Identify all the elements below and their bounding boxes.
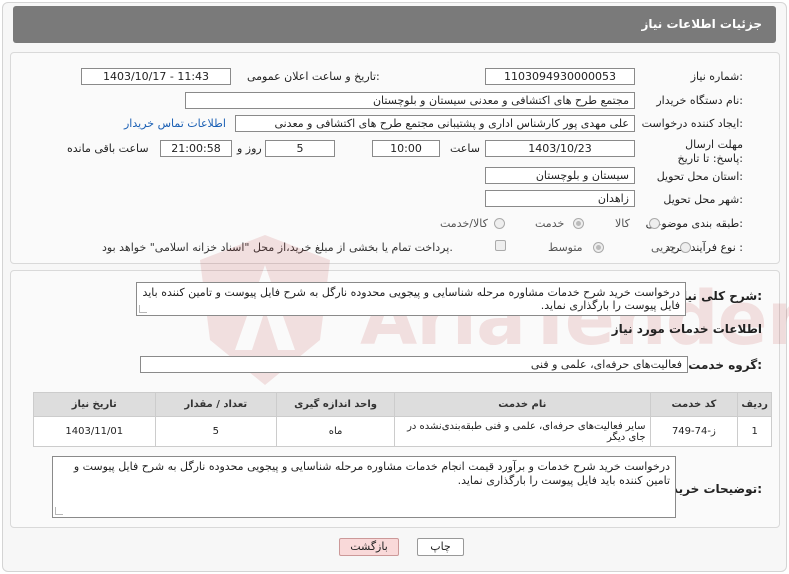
treasury-payment-note: پرداخت تمام یا بخشی از مبلغ خرید،از محل … — [102, 241, 453, 254]
announce-label: تاریخ و ساعت اعلان عمومی: — [247, 70, 380, 83]
city-label: شهر محل تحویل: — [663, 193, 743, 206]
service-group-field: فعالیت‌های حرفه‌ای، علمی و فنی — [140, 356, 688, 373]
col-row: ردیف — [737, 392, 772, 417]
city-field: زاهدان — [485, 190, 635, 207]
remaining-label: ساعت باقی مانده — [67, 142, 149, 155]
category-option-goods-service: کالا/خدمت — [440, 217, 488, 230]
days-label: روز و — [237, 142, 262, 155]
time-remaining-field: 21:00:58 — [160, 140, 232, 157]
creator-field: علی مهدی پور کارشناس اداری و پشتیبانی مج… — [235, 115, 635, 132]
table-row: 1 ز-74-749 سایر فعالیت‌های حرفه‌ای، علمی… — [33, 416, 772, 447]
creator-label: ایجاد کننده درخواست: — [641, 117, 743, 130]
category-radio-goods[interactable] — [649, 218, 660, 229]
cell-name: سایر فعالیت‌های حرفه‌ای، علمی و فنی طبقه… — [394, 416, 651, 447]
deadline-label: مهلت ارسال پاسخ: تا تاریخ: — [677, 138, 743, 165]
print-button[interactable]: چاپ — [417, 538, 464, 556]
deadline-time-field: 10:00 — [372, 140, 440, 157]
col-name: نام خدمت — [394, 392, 651, 417]
cell-row: 1 — [737, 416, 772, 447]
col-date: تاریخ نیاز — [33, 392, 156, 417]
col-qty: تعداد / مقدار — [154, 392, 277, 417]
need-number-field: 1103094930000053 — [485, 68, 635, 85]
summary-textarea: درخواست خرید شرح خدمات مشاوره مرحله شناس… — [136, 282, 686, 316]
buyer-org-label: نام دستگاه خریدار: — [656, 94, 743, 107]
category-option-goods: کالا — [615, 217, 630, 230]
need-number-label: شماره نیاز: — [690, 70, 743, 83]
buyer-notes-textarea: درخواست خرید شرح خدمات و برآورد قیمت انج… — [52, 456, 676, 518]
process-radio-minor[interactable] — [680, 242, 691, 253]
services-table-header: ردیف کد خدمت نام خدمت واحد اندازه گیری ت… — [33, 392, 772, 417]
category-option-service: خدمت — [535, 217, 565, 230]
process-option-medium: متوسط — [548, 241, 583, 254]
category-radio-goods-service[interactable] — [494, 218, 505, 229]
process-option-minor: جزیی — [651, 241, 677, 254]
resize-grip-icon[interactable] — [55, 507, 63, 515]
process-radio-medium[interactable] — [593, 242, 604, 253]
summary-text: درخواست خرید شرح خدمات مشاوره مرحله شناس… — [142, 286, 680, 312]
category-radio-service[interactable] — [573, 218, 584, 229]
deadline-time-label: ساعت — [450, 142, 480, 155]
summary-label: شرح کلی نیاز: — [676, 289, 762, 303]
back-button[interactable]: بازگشت — [339, 538, 399, 556]
buyer-notes-text: درخواست خرید شرح خدمات و برآورد قیمت انج… — [73, 460, 670, 487]
col-code: کد خدمت — [649, 392, 739, 417]
buyer-org-field: مجتمع طرح های اکتشافی و معدنی سیستان و ب… — [185, 92, 635, 109]
cell-qty: 5 — [154, 416, 277, 447]
process-label: نوع فرآیند خرید : — [665, 241, 743, 254]
category-label: طبقه بندی موضوعی: — [645, 217, 743, 230]
cell-date: 1403/11/01 — [33, 416, 156, 447]
cell-code: ز-74-749 — [649, 416, 739, 447]
treasury-payment-checkbox[interactable] — [495, 240, 506, 251]
deadline-date-field: 1403/10/23 — [485, 140, 635, 157]
announce-datetime-field: 1403/10/17 - 11:43 — [81, 68, 231, 85]
service-group-label: گروه خدمت: — [688, 358, 762, 372]
province-field: سیستان و بلوچستان — [485, 167, 635, 184]
cell-unit: ماه — [275, 416, 396, 447]
page-title: جزئیات اطلاعات نیاز — [641, 17, 762, 31]
resize-grip-icon[interactable] — [139, 305, 147, 313]
services-table: ردیف کد خدمت نام خدمت واحد اندازه گیری ت… — [33, 392, 772, 447]
header-bar: جزئیات اطلاعات نیاز — [13, 6, 776, 43]
services-section-title: اطلاعات خدمات مورد نیاز — [611, 322, 762, 336]
col-unit: واحد اندازه گیری — [275, 392, 396, 417]
buyer-contact-link[interactable]: اطلاعات تماس خریدار — [124, 117, 226, 130]
province-label: استان محل تحویل: — [656, 170, 743, 183]
days-remaining-field: 5 — [265, 140, 335, 157]
